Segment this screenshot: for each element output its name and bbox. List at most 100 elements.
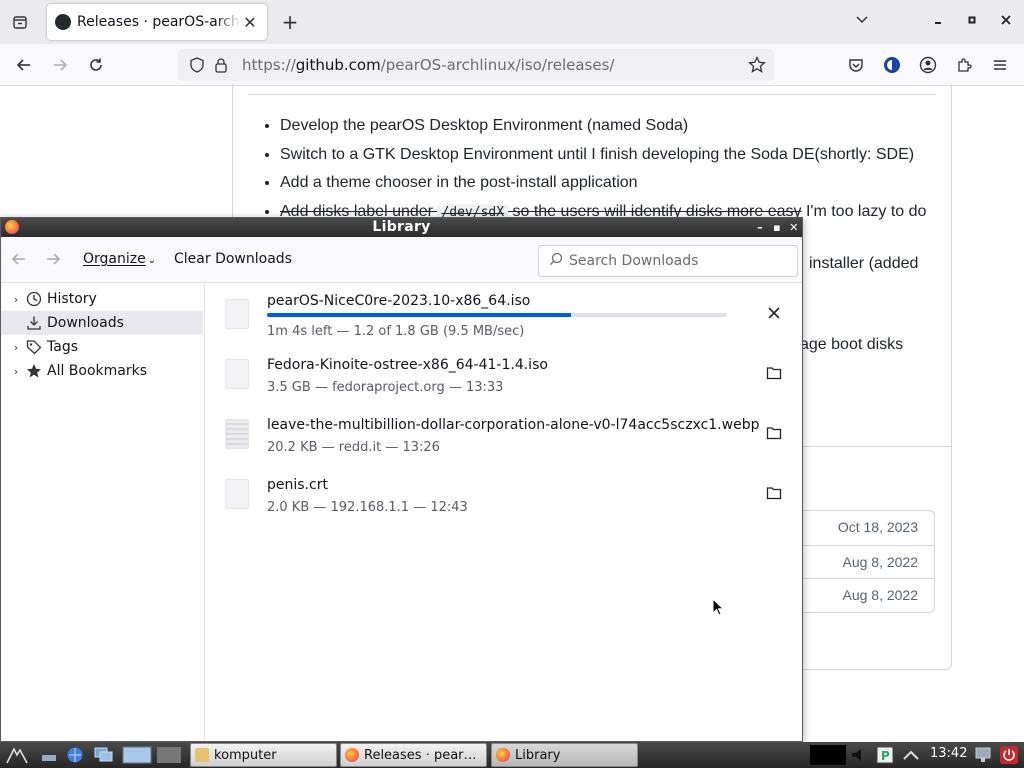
download-item[interactable]: pearOS-NiceC0re-2023.10-x86_64.iso 1m 4s… (208, 283, 802, 343)
downloads-list: pearOS-NiceC0re-2023.10-x86_64.iso 1m 4s… (208, 283, 802, 741)
download-progress-bar (267, 313, 727, 317)
minimize-icon[interactable]: – (753, 218, 767, 237)
display-settings-icon[interactable] (974, 746, 992, 764)
sidebar-item-tags[interactable]: › Tags (1, 335, 203, 359)
svg-text:P: P (881, 749, 890, 763)
shield-icon[interactable] (188, 56, 206, 74)
chevron-right-icon[interactable]: › (9, 293, 23, 306)
download-item[interactable]: penis.crt 2.0 KB — 192.168.1.1 — 12:43 (208, 463, 802, 523)
back-icon[interactable] (12, 53, 36, 77)
forward-icon[interactable] (45, 251, 61, 271)
navigation-toolbar: https://github.com/pearOS-archlinux/iso/… (0, 44, 1024, 86)
account-icon[interactable] (916, 53, 940, 77)
extension-theme-icon[interactable] (880, 53, 904, 77)
firefox-icon (5, 220, 19, 234)
chevron-right-icon[interactable]: › (9, 341, 23, 354)
sidebar-item-label: History (47, 291, 97, 307)
list-item: Switch to a GTK Desktop Environment unti… (280, 145, 946, 174)
firefox-icon (345, 748, 359, 762)
clear-downloads-button[interactable]: Clear Downloads (174, 251, 292, 267)
library-window: Library – ▪ ✕ Organize ⌄ Clear Downloads … (0, 217, 803, 742)
pocket-icon[interactable] (844, 53, 868, 77)
folder-icon[interactable] (764, 483, 784, 503)
tab-list-icon[interactable] (8, 10, 32, 34)
close-window-icon[interactable] (996, 12, 1016, 32)
search-icon (549, 252, 563, 270)
sidebar-item-all-bookmarks[interactable]: › All Bookmarks (1, 359, 203, 383)
maximize-icon[interactable]: ▪ (770, 218, 784, 237)
hamburger-menu-icon[interactable] (988, 53, 1012, 77)
keyboard-layout-icon[interactable]: P (876, 746, 894, 764)
lock-icon[interactable] (212, 56, 230, 74)
show-desktop-icon[interactable] (40, 746, 58, 764)
folder-icon[interactable] (764, 363, 784, 383)
list-all-tabs-icon[interactable] (852, 12, 872, 32)
clock-icon (25, 290, 43, 308)
sidebar-item-label: Tags (47, 339, 78, 355)
clock[interactable]: 13:42 (930, 746, 967, 761)
firefox-icon (496, 748, 510, 762)
back-icon[interactable] (11, 251, 27, 271)
chevron-right-icon[interactable]: › (9, 365, 23, 378)
library-toolbar: Organize ⌄ Clear Downloads (1, 237, 802, 283)
sidebar-item-history[interactable]: › History (1, 287, 203, 311)
library-titlebar[interactable]: Library – ▪ ✕ (1, 218, 802, 237)
tab-close-icon[interactable]: ✕ (241, 13, 259, 32)
url-bar[interactable]: https://github.com/pearOS-archlinux/iso/… (178, 49, 774, 81)
url-text: https://github.com/pearOS-archlinux/iso/… (242, 56, 615, 74)
image-file-icon (225, 419, 249, 449)
chevron-down-icon: ⌄ (147, 255, 157, 266)
cancel-download-icon[interactable] (764, 303, 784, 323)
progress-fill (267, 313, 571, 317)
search-downloads-input[interactable] (569, 253, 789, 269)
task-releases[interactable]: Releases · pear… (340, 743, 487, 767)
github-icon (55, 14, 71, 30)
tab-title: Releases · pearOS-archlinux/iso (77, 14, 241, 30)
task-library[interactable]: Library (491, 743, 638, 767)
download-icon (25, 314, 43, 332)
cpu-monitor-icon (810, 745, 846, 765)
download-status: 1m 4s left — 1.2 of 1.8 GB (9.5 MB/sec) (267, 324, 525, 339)
power-icon[interactable] (1000, 746, 1018, 764)
download-status: 2.0 KB — 192.168.1.1 — 12:43 (267, 500, 468, 515)
mouse-cursor-icon (712, 597, 725, 616)
download-filename: leave-the-multibillion-dollar-corporatio… (267, 417, 760, 433)
file-icon (225, 479, 249, 509)
file-manager-icon[interactable] (122, 746, 152, 764)
window-title: Library (372, 219, 431, 235)
taskbar: komputer Releases · pear… Library P 13:4… (0, 742, 1024, 768)
maximize-icon[interactable] (962, 12, 982, 32)
reload-icon[interactable] (84, 53, 108, 77)
release-notes-list: Develop the pearOS Desktop Environment (… (266, 116, 946, 230)
extensions-puzzle-icon[interactable] (952, 53, 976, 77)
star-icon (25, 362, 43, 380)
folder-icon (195, 748, 209, 762)
close-icon[interactable]: ✕ (787, 218, 801, 237)
sidebar-item-downloads[interactable]: Downloads (1, 311, 203, 335)
download-status: 20.2 KB — redd.it — 13:26 (267, 440, 440, 455)
window-switcher-icon[interactable] (94, 746, 113, 764)
network-icon[interactable] (902, 746, 920, 764)
forward-icon[interactable] (48, 53, 72, 77)
volume-icon[interactable] (850, 746, 868, 764)
divider (248, 94, 936, 95)
folder-icon[interactable] (764, 423, 784, 443)
tab-releases[interactable]: Releases · pearOS-archlinux/iso ✕ (47, 4, 267, 40)
new-tab-button[interactable]: + (278, 10, 302, 34)
web-browser-launcher-icon[interactable] (66, 746, 84, 764)
bookmark-star-icon[interactable] (748, 55, 766, 78)
minimize-icon[interactable] (928, 12, 948, 32)
tag-icon (25, 338, 43, 356)
organize-menu-button[interactable]: Organize ⌄ (83, 251, 156, 267)
list-item: Develop the pearOS Desktop Environment (… (280, 116, 946, 145)
start-menu-icon[interactable] (6, 746, 28, 764)
file-icon (225, 299, 249, 329)
divider (800, 446, 952, 447)
download-filename: Fedora-Kinoite-ostree-x86_64-41-1.4.iso (267, 357, 548, 373)
search-downloads-box[interactable] (538, 245, 798, 277)
download-item[interactable]: Fedora-Kinoite-ostree-x86_64-41-1.4.iso … (208, 343, 802, 403)
download-item[interactable]: leave-the-multibillion-dollar-corporatio… (208, 403, 802, 463)
library-sidebar: › History Downloads › Tags › All Bookmar… (1, 283, 205, 741)
workspace-icon[interactable] (156, 746, 182, 764)
task-komputer[interactable]: komputer (190, 743, 337, 767)
